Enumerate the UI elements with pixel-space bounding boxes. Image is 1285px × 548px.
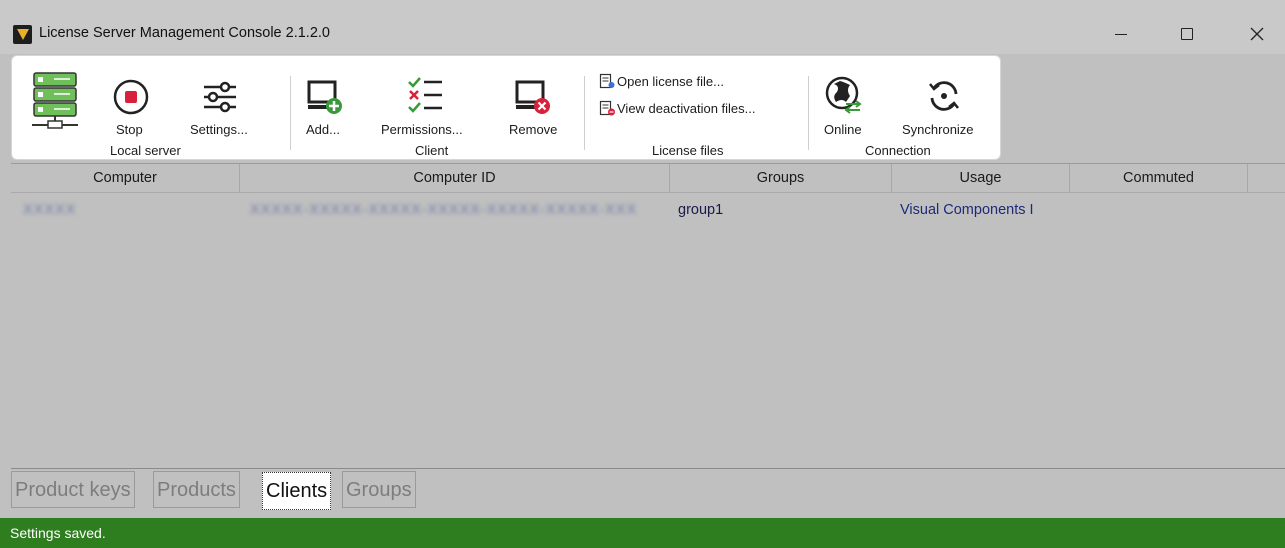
column-header-groups[interactable]: Groups: [670, 164, 892, 193]
cell-usage: Visual Components I: [900, 202, 1034, 218]
settings-label: Settings...: [190, 122, 248, 137]
document-lock-icon: [599, 73, 615, 89]
server-stack-icon: [30, 71, 92, 131]
synchronize-label: Synchronize: [902, 122, 974, 137]
settings-button[interactable]: Settings...: [187, 76, 257, 140]
view-deactivation-files-button[interactable]: View deactivation files...: [599, 100, 756, 117]
cell-groups: group1: [678, 202, 724, 218]
group-label-connection: Connection: [865, 143, 931, 158]
open-license-file-button[interactable]: Open license file...: [599, 73, 724, 90]
monitor-remove-icon: [515, 80, 550, 114]
column-header-usage[interactable]: Usage: [892, 164, 1070, 193]
open-license-file-label: Open license file...: [617, 74, 724, 89]
remove-label: Remove: [509, 122, 558, 137]
group-label-license-files: License files: [652, 143, 724, 158]
title-bar: License Server Management Console 2.1.2.…: [0, 0, 1285, 54]
tab-strip: Product keys Products Clients Groups: [11, 468, 1285, 518]
view-deactivation-files-label: View deactivation files...: [617, 101, 756, 116]
checklist-icon: [408, 77, 442, 113]
cell-computer: XXXXX: [23, 202, 77, 218]
maximize-icon: [1181, 28, 1193, 40]
remove-client-button[interactable]: Remove: [504, 76, 566, 140]
tab-products[interactable]: Products: [153, 471, 240, 508]
tab-groups[interactable]: Groups: [342, 471, 416, 508]
column-header-computer[interactable]: Computer: [11, 164, 240, 193]
status-text: Settings saved.: [10, 525, 106, 541]
column-header-commuted[interactable]: Commuted: [1070, 164, 1248, 193]
cell-computer-id: XXXXX-XXXXX-XXXXX-XXXXX-XXXXX-XXXXX-XXX: [250, 202, 638, 218]
maximize-button[interactable]: [1164, 14, 1210, 54]
stop-label: Stop: [116, 122, 143, 137]
permissions-label: Permissions...: [381, 122, 463, 137]
sliders-icon: [204, 81, 236, 113]
document-remove-icon: [599, 100, 615, 116]
close-button[interactable]: [1234, 14, 1280, 54]
tab-product-keys[interactable]: Product keys: [11, 471, 135, 508]
stop-icon: [113, 79, 149, 115]
column-header-computer-id[interactable]: Computer ID: [240, 164, 670, 193]
stop-button[interactable]: Stop: [108, 76, 152, 140]
status-bar: Settings saved.: [0, 518, 1285, 548]
permissions-button[interactable]: Permissions...: [378, 76, 478, 140]
app-logo-icon: [13, 25, 32, 44]
cell-commuted: [1070, 198, 1248, 222]
minimize-button[interactable]: [1098, 14, 1144, 54]
clients-grid: Computer Computer ID Groups Usage Commut…: [11, 163, 1285, 468]
online-label: Online: [824, 122, 862, 137]
minimize-icon: [1115, 33, 1127, 35]
column-header-filler: [1248, 164, 1285, 193]
add-client-button[interactable]: Add...: [302, 76, 346, 140]
ribbon-toolbar: Stop Settings... Local server Add... Per…: [11, 55, 1001, 160]
group-label-client: Client: [415, 143, 449, 158]
synchronize-button[interactable]: Synchronize: [894, 74, 994, 140]
monitor-add-icon: [307, 80, 342, 114]
grid-header: Computer Computer ID Groups Usage Commut…: [11, 164, 1285, 193]
online-button[interactable]: Online: [818, 74, 870, 140]
close-icon: [1250, 27, 1264, 41]
sync-icon: [929, 81, 959, 111]
globe-sync-icon: [825, 76, 862, 114]
table-row[interactable]: XXXXX XXXXX-XXXXX-XXXXX-XXXXX-XXXXX-XXXX…: [11, 198, 1285, 222]
ribbon-separator: [290, 76, 291, 150]
ribbon-separator: [808, 76, 809, 150]
ribbon-separator: [584, 76, 585, 150]
group-label-local-server: Local server: [110, 143, 181, 158]
window-title: License Server Management Console 2.1.2.…: [39, 25, 330, 41]
tab-clients[interactable]: Clients: [262, 472, 332, 510]
add-label: Add...: [306, 122, 340, 137]
